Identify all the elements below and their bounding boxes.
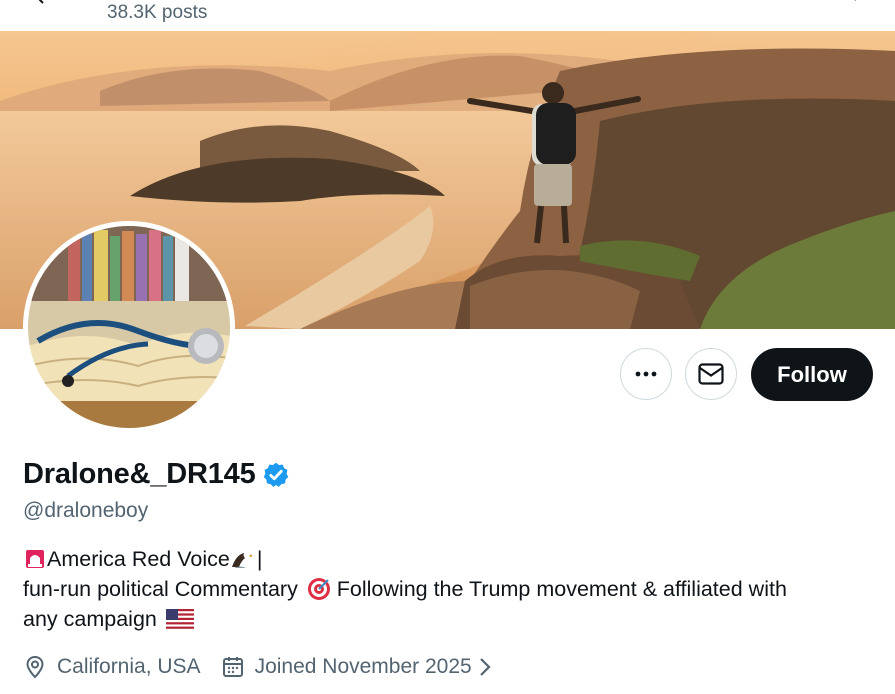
more-icon (635, 371, 657, 377)
bio-text-3: any campaign (23, 607, 163, 631)
bio-line-3: any campaign (23, 604, 883, 634)
eagle-emoji (230, 547, 254, 571)
siren-emoji (23, 547, 47, 571)
bio: America Red Voice | fun-run political Co… (23, 544, 883, 634)
target-emoji (307, 577, 331, 601)
user-handle: @draloneboy (23, 499, 149, 522)
envelope-icon (698, 363, 724, 385)
profile-header-bar: 38.3K posts (0, 0, 895, 31)
bio-line-1: America Red Voice | (23, 544, 883, 574)
follow-button[interactable]: Follow (751, 348, 873, 401)
verified-badge-icon[interactable] (262, 461, 290, 489)
avatar-image (28, 226, 230, 428)
message-button[interactable] (685, 348, 737, 400)
search-icon[interactable] (838, 0, 860, 6)
bio-text-2b: Following the Trump movement & affiliate… (330, 577, 787, 601)
more-button[interactable] (620, 348, 672, 400)
bio-text-2a: fun-run political Commentary (23, 577, 304, 601)
bio-suffix-1: | (256, 547, 263, 571)
bio-text-1: America Red Voice (47, 547, 230, 571)
profile-meta: California, USA Joined November 2025 (23, 655, 492, 679)
location: California, USA (23, 655, 201, 679)
location-text: California, USA (57, 655, 201, 678)
back-arrow-icon[interactable] (35, 0, 57, 4)
posts-count: 38.3K posts (107, 2, 208, 23)
grok-icon[interactable] (765, 0, 787, 6)
location-pin-icon (26, 655, 44, 679)
joined-date[interactable]: Joined November 2025 (221, 655, 492, 679)
us-flag-emoji (165, 609, 194, 629)
bio-line-2: fun-run political Commentary Following t… (23, 574, 883, 604)
avatar[interactable] (23, 221, 235, 433)
display-name: Dralone&_DR145 (23, 458, 256, 490)
joined-text: Joined November 2025 (254, 655, 472, 678)
calendar-icon (222, 657, 243, 677)
name-row: Dralone&_DR145 (23, 458, 290, 491)
chevron-right-icon[interactable] (478, 656, 492, 678)
